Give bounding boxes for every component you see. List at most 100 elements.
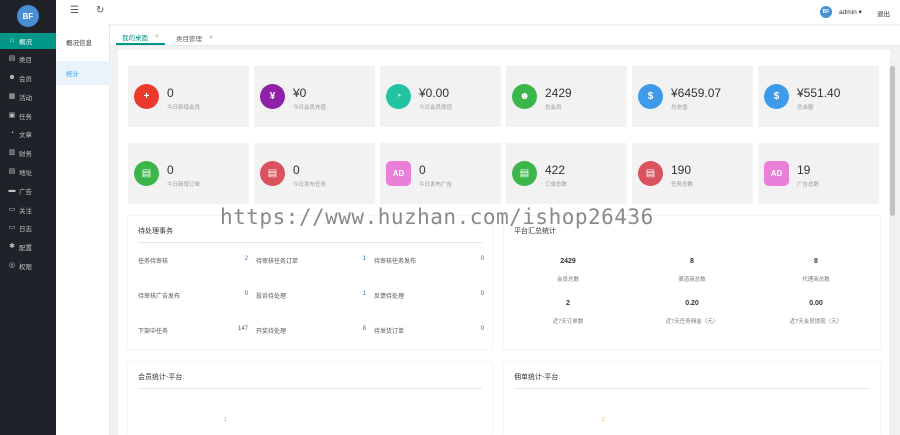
sidebar-item-6[interactable]: ▥ 财务 xyxy=(0,145,56,161)
menu-icon: ⌂ xyxy=(9,37,15,44)
refresh-icon[interactable]: ↻ xyxy=(96,5,104,16)
sidebar-item-label: 类目 xyxy=(19,57,32,64)
logout-link[interactable]: 退出 xyxy=(877,8,890,18)
stat-value: 422 xyxy=(545,163,566,177)
summary-value: 8 xyxy=(814,258,818,265)
sidebar-item-4[interactable]: ▣ 任务 xyxy=(0,108,56,124)
menu-icon: ☻ xyxy=(8,74,16,81)
main-sidebar: BF ⌂ 概况 ▤ 类目 ☻ 会员 ▦ 活动 ▣ 任务 ◔ 文章 ▥ 财务 ▤ 地址 ▬ 广告 ▭ 关注 ▭ 日志 ✱ 配置 ◎… xyxy=(0,0,56,435)
tab-my-desktop[interactable]: 我的桌面 × xyxy=(116,30,165,45)
stat-card: ▤ 0 今日发布任务 xyxy=(254,143,375,204)
stat-label: 广告总数 xyxy=(797,182,820,188)
sidebar-item-1[interactable]: ▤ 类目 xyxy=(0,51,56,67)
user-menu[interactable]: admin ▾ xyxy=(839,8,862,16)
stat-label: 订单总数 xyxy=(545,182,568,188)
todo-item-count[interactable]: 0 xyxy=(470,256,484,262)
stat-card: $ ¥6459.07 总充值 xyxy=(632,66,753,127)
divider xyxy=(138,388,482,389)
summary-value: 8 xyxy=(690,258,694,265)
stat-icon: ▤ xyxy=(134,161,159,186)
sidebar-item-2[interactable]: ☻ 会员 xyxy=(0,70,56,86)
todo-item-label[interactable]: 任务待审核 xyxy=(138,256,168,265)
sidebar-item-3[interactable]: ▦ 活动 xyxy=(0,89,56,105)
stat-icon: ◔ xyxy=(386,84,411,109)
sidebar-item-0[interactable]: ⌂ 概况 xyxy=(0,33,56,49)
stat-value: 190 xyxy=(671,163,692,177)
stat-value: ¥551.40 xyxy=(797,86,841,100)
todo-item-label[interactable]: 下架中任务 xyxy=(138,326,168,335)
menu-icon: ▤ xyxy=(8,55,16,62)
todo-item-count[interactable]: 1 xyxy=(352,291,366,297)
subnav-item-stats[interactable]: 统计 xyxy=(56,61,110,85)
todo-panel: 待处理事务 任务待审核 2 待审核任务订单 1 待审核任务发布 0 待审核广告发布 0 投诉待处… xyxy=(128,216,492,349)
todo-item-count[interactable]: 2 xyxy=(234,256,248,262)
menu-toggle-icon[interactable]: ☰ xyxy=(70,5,79,16)
sidebar-item-label: 关注 xyxy=(19,208,32,215)
todo-item-label[interactable]: 待审核任务订单 xyxy=(256,256,298,265)
sidebar-item-11[interactable]: ✱ 配置 xyxy=(0,239,56,255)
summary-value: 2429 xyxy=(560,258,576,265)
sidebar-item-5[interactable]: ◔ 文章 xyxy=(0,126,56,142)
todo-item-label[interactable]: 待审核广告发布 xyxy=(138,291,180,300)
stat-value: 0 xyxy=(419,163,426,177)
sidebar-item-label: 会员 xyxy=(19,76,32,83)
menu-icon: ◎ xyxy=(8,262,16,269)
member-stats-panel: 会员统计-平台 1 xyxy=(128,362,492,435)
sidebar-item-10[interactable]: ▭ 日志 xyxy=(0,220,56,236)
todo-item-label[interactable]: 待发货订单 xyxy=(374,326,404,335)
divider xyxy=(138,242,482,243)
todo-item-count[interactable]: 0 xyxy=(470,326,484,332)
sidebar-item-label: 权限 xyxy=(19,264,32,271)
todo-item-label[interactable]: 开奖待处理 xyxy=(256,326,286,335)
stat-icon: ☻ xyxy=(512,84,537,109)
tab-category-management[interactable]: 类目管理 × xyxy=(170,30,219,45)
stat-label: 总会员 xyxy=(545,105,562,111)
stat-card: ◔ ¥0.00 今日会员提现 xyxy=(380,66,501,127)
stat-icon: ¥ xyxy=(260,84,285,109)
sidebar-item-label: 概况 xyxy=(19,39,32,46)
stat-icon: $ xyxy=(764,84,789,109)
summary-label: 近7天任务佣金（元） xyxy=(665,319,719,325)
scrollbar-thumb[interactable] xyxy=(890,66,895,216)
stat-label: 今日会员提现 xyxy=(419,105,453,111)
todo-item-count[interactable]: 1 xyxy=(352,256,366,262)
watermark-text: https://www.huzhan.com/ishop26436 xyxy=(220,205,654,229)
todo-item-label[interactable]: 待审核任务发布 xyxy=(374,256,416,265)
stat-value: 0 xyxy=(167,86,174,100)
sidebar-item-7[interactable]: ▤ 地址 xyxy=(0,164,56,180)
close-icon[interactable]: × xyxy=(209,34,213,41)
stat-label: 今日发布广告 xyxy=(419,182,453,188)
user-avatar[interactable]: BF xyxy=(820,6,832,18)
sidebar-item-8[interactable]: ▬ 广告 xyxy=(0,183,56,199)
stat-label: 今日会员充值 xyxy=(293,105,327,111)
tab-label: 类目管理 xyxy=(176,35,202,43)
stat-icon: ▤ xyxy=(260,161,285,186)
chart-tick-label: 2 xyxy=(602,417,605,423)
stat-label: 今日新增会员 xyxy=(167,105,201,111)
stat-icon: $ xyxy=(638,84,663,109)
stat-value: 2429 xyxy=(545,86,572,100)
subnav-item-overview[interactable]: 概况信息 xyxy=(56,30,110,54)
app-logo: BF xyxy=(17,5,39,27)
stat-card: ☻ 2429 总会员 xyxy=(506,66,627,127)
scrollbar[interactable] xyxy=(889,60,896,435)
todo-item-count[interactable]: 147 xyxy=(234,326,248,332)
tab-label: 我的桌面 xyxy=(122,34,148,42)
menu-icon: ▣ xyxy=(8,112,16,119)
todo-item-count[interactable]: 0 xyxy=(234,291,248,297)
stat-card: ▤ 190 任务总数 xyxy=(632,143,753,204)
summary-label: 渠道商总数 xyxy=(678,277,706,283)
todo-item-count[interactable]: 0 xyxy=(470,291,484,297)
stat-label: 总余额 xyxy=(797,105,814,111)
menu-icon: ▤ xyxy=(8,168,16,175)
sidebar-item-12[interactable]: ◎ 权限 xyxy=(0,258,56,274)
sidebar-item-9[interactable]: ▭ 关注 xyxy=(0,202,56,218)
todo-item-label[interactable]: 投诉待处理 xyxy=(256,291,286,300)
stat-card: $ ¥551.40 总余额 xyxy=(758,66,879,127)
stat-value: 0 xyxy=(293,163,300,177)
divider xyxy=(514,388,870,389)
close-icon[interactable]: × xyxy=(155,33,159,40)
member-stats-title: 会员统计-平台 xyxy=(138,374,183,381)
todo-item-count[interactable]: 8 xyxy=(352,326,366,332)
todo-item-label[interactable]: 反馈待处理 xyxy=(374,291,404,300)
